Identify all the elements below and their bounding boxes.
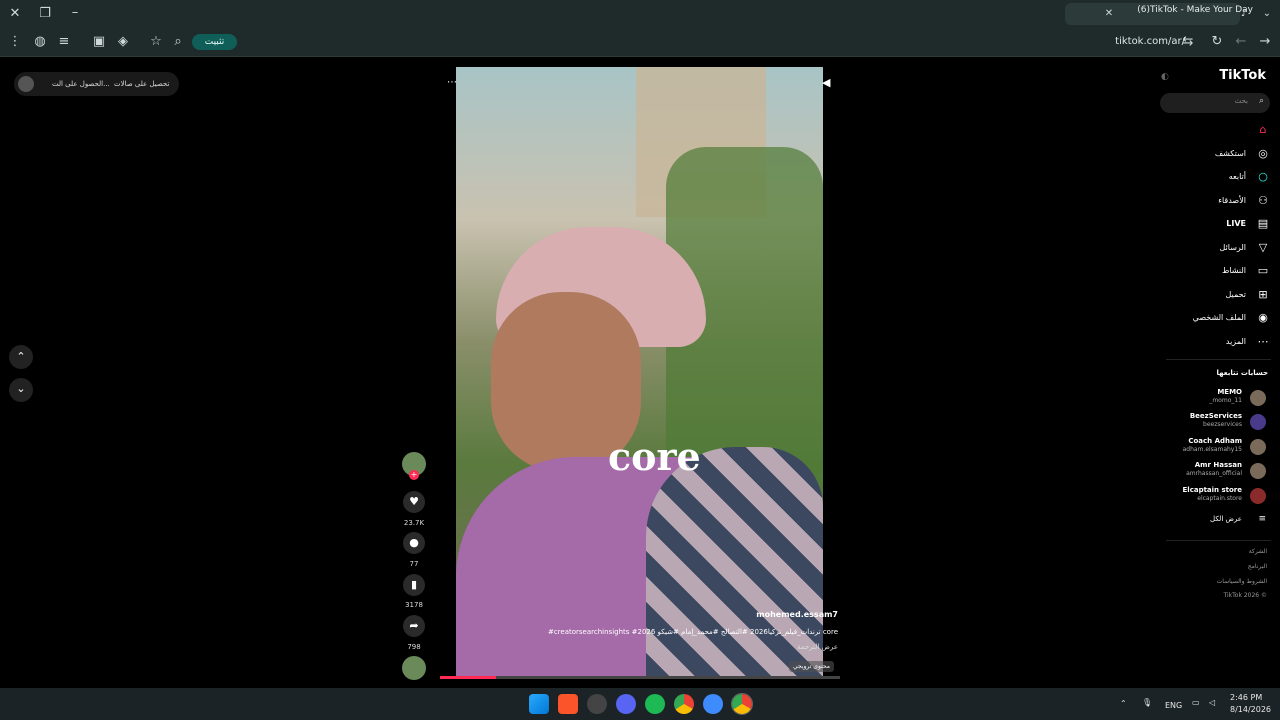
browser-app-icon[interactable] [703, 694, 723, 714]
comment-count: 77 [409, 560, 419, 568]
reload-icon[interactable]: ↻ [1208, 34, 1226, 50]
pin-button[interactable]: تثبيت [192, 34, 237, 50]
live-icon: ▤ [1257, 217, 1269, 230]
volume-icon[interactable]: ◁ [1209, 698, 1215, 707]
microphone-icon[interactable]: 🎙 [1142, 698, 1152, 707]
clock-time[interactable]: 2:46 PM [1230, 693, 1262, 702]
video-progress-track[interactable] [440, 676, 840, 679]
more-options-icon[interactable]: ⋯ [447, 77, 457, 88]
next-video-button[interactable]: ⌄ [9, 378, 33, 402]
sound-avatar[interactable] [402, 656, 426, 680]
previous-video-button[interactable]: ⌃ [9, 345, 33, 369]
extensions-puzzle-icon[interactable]: ▣ [90, 34, 108, 50]
share-count: 798 [407, 643, 421, 651]
like-count: 23.7K [403, 519, 425, 527]
close-window-icon[interactable]: ✕ [6, 6, 24, 22]
messages-icon: ▽ [1258, 241, 1268, 254]
account-item[interactable]: Amr Hassan amrhassan_official [1156, 461, 1266, 483]
save-button[interactable]: ▮ [403, 574, 425, 596]
footer-copyright: TikTok 2026 © [1223, 592, 1268, 599]
shield-icon[interactable]: ◈ [114, 34, 132, 50]
home-icon: ⌂ [1259, 123, 1267, 136]
avatar [1250, 439, 1266, 455]
like-button[interactable]: ♥ [403, 491, 425, 513]
search-placeholder: بحث [1234, 97, 1248, 105]
tiktok-logo[interactable]: TikTok [1219, 68, 1266, 83]
avatar [1250, 390, 1266, 406]
promotional-badge: محتوى ترويجي [788, 661, 834, 672]
footer-company-link[interactable]: الشركة [1249, 548, 1267, 555]
spotify-icon[interactable] [645, 694, 665, 714]
see-all-link[interactable]: ≡ عرض الكل [1186, 514, 1266, 526]
save-count: 3178 [405, 601, 423, 609]
windows-taskbar [0, 688, 1280, 720]
extension-icon[interactable]: ◍ [31, 34, 49, 50]
video-player[interactable]: core [456, 67, 823, 678]
video-progress-fill [440, 676, 496, 679]
address-bar-url[interactable]: tiktok.com/ar/ [1115, 36, 1185, 47]
bookmark-star-icon[interactable]: ☆ [147, 34, 165, 50]
reading-list-icon[interactable]: ≡ [55, 34, 73, 50]
compass-icon: ◎ [1258, 147, 1268, 160]
browser-tab-bar: ✕ ❐ – + ✕ (6)TikTok - Make Your Day ♪ ⌄ [0, 0, 1280, 28]
circle-icon: ○ [1258, 170, 1268, 183]
avatar [18, 76, 34, 92]
sound-icon[interactable]: ◀ [822, 76, 830, 89]
minimize-window-icon[interactable]: – [66, 5, 84, 21]
account-item[interactable]: BeezServices beezservices [1156, 412, 1266, 434]
account-item[interactable]: Elcaptain store elcaptain.store [1156, 486, 1266, 508]
system-app-icon[interactable] [587, 694, 607, 714]
forward-icon: ← [1235, 34, 1247, 49]
avatar [1250, 488, 1266, 504]
activity-icon: ▭ [1257, 264, 1269, 277]
following-section-title: حسابات تتابعها [1216, 369, 1268, 377]
share-button[interactable]: ➦ [403, 615, 425, 637]
network-icon[interactable]: ▭ [1192, 698, 1200, 707]
language-indicator[interactable]: ENG [1165, 701, 1182, 710]
footer-terms-link[interactable]: الشروط والسياسات [1217, 578, 1267, 585]
menu-icon[interactable]: ⋮ [6, 34, 24, 50]
tiktok-favicon-icon: ♪ [1240, 8, 1248, 19]
promo-pill[interactable]: الحصول على الت... تحصيل على صالات [14, 72, 179, 96]
footer-program-link[interactable]: البرنامج [1248, 563, 1267, 570]
account-item[interactable]: Coach Adham adham.elsamahy15 [1156, 437, 1266, 459]
chrome-active-icon[interactable] [731, 693, 753, 715]
zoom-icon[interactable]: ⌕ [169, 34, 187, 50]
friends-icon: ⚇ [1258, 194, 1268, 207]
translate-link[interactable]: عرض الترجمة [797, 643, 838, 651]
follow-plus-icon[interactable]: + [409, 470, 419, 480]
divider [1166, 359, 1271, 360]
video-overlay-text: core [608, 434, 701, 479]
upload-icon: ⊞ [1258, 288, 1268, 301]
clock-date[interactable]: 8/14/2026 [1230, 705, 1271, 714]
avatar [1250, 463, 1266, 479]
search-icon[interactable]: ⌕ [1259, 96, 1264, 106]
dark-mode-icon[interactable]: ◐ [1161, 72, 1169, 82]
avatar [1250, 414, 1266, 430]
chrome-icon[interactable] [674, 694, 694, 714]
windows-start-icon[interactable] [529, 694, 549, 714]
discord-icon[interactable] [616, 694, 636, 714]
search-input[interactable]: بحث ⌕ [1160, 93, 1270, 113]
promo-item-1[interactable]: تحصيل على صالات [114, 80, 169, 88]
promo-item-2[interactable]: الحصول على الت... [52, 80, 110, 88]
profile-icon: ◉ [1258, 311, 1268, 324]
back-icon[interactable]: → [1256, 34, 1274, 50]
more-icon: ⋯ [1257, 335, 1269, 348]
comment-button[interactable]: ● [403, 532, 425, 554]
video-author[interactable]: mohemed.essam7 [756, 610, 838, 619]
chevron-down-icon[interactable]: ⌄ [1258, 6, 1276, 22]
list-icon: ≡ [1258, 514, 1266, 524]
account-item[interactable]: MEMO _momo_11 [1156, 388, 1266, 410]
restore-window-icon[interactable]: ❐ [36, 6, 54, 22]
video-caption: #creatorsearchinsights #ترندات_فيلم_تركي… [547, 628, 838, 636]
close-tab-icon[interactable]: ✕ [1100, 6, 1118, 22]
brave-browser-icon[interactable] [558, 694, 578, 714]
divider [1166, 540, 1271, 541]
tray-chevron-icon[interactable]: ⌃ [1120, 699, 1127, 708]
